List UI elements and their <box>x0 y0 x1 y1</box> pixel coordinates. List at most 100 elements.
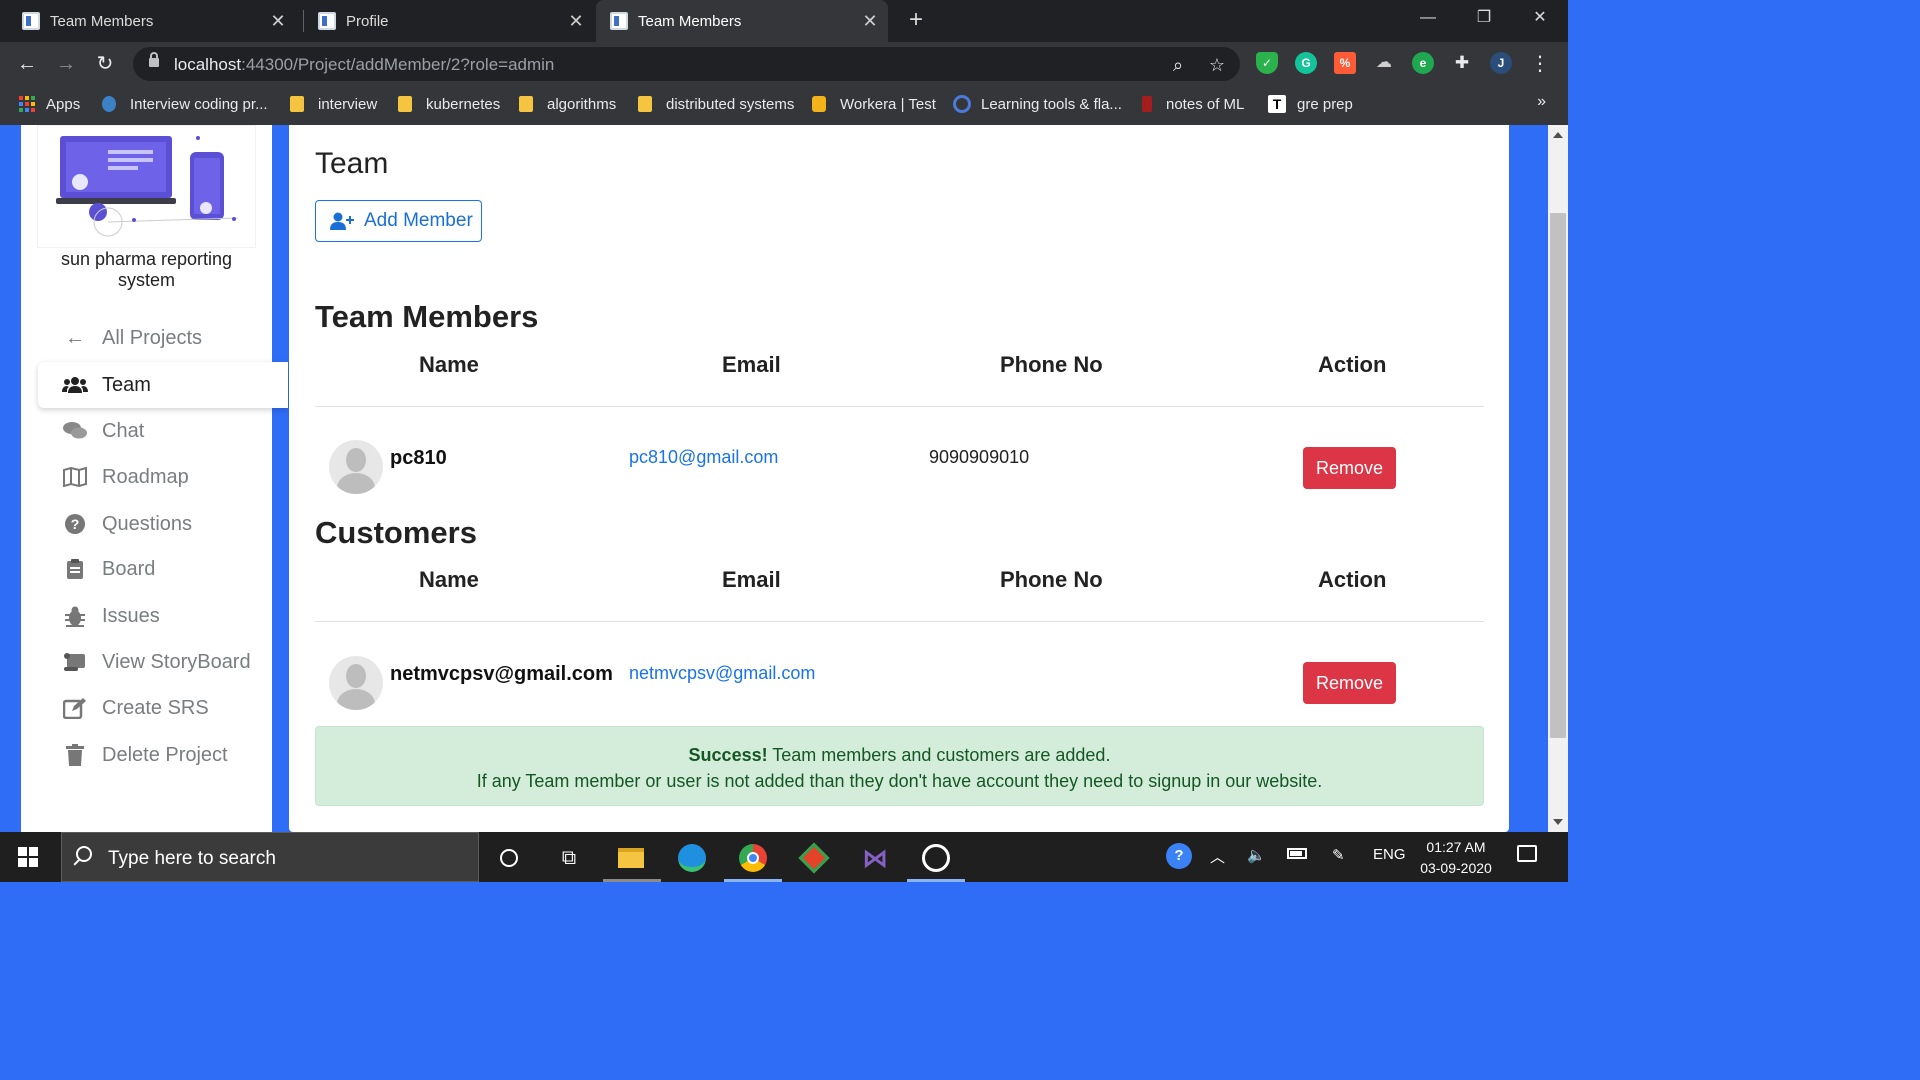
evernote-extension-icon[interactable]: e <box>1412 52 1434 74</box>
sidebar-item-board[interactable]: Board <box>38 546 288 592</box>
address-bar[interactable]: localhost:44300/Project/addMember/2?role… <box>133 47 1240 81</box>
sidebar-item-roadmap[interactable]: Roadmap <box>38 454 288 500</box>
menu-kebab-icon[interactable]: ⋮ <box>1526 50 1554 78</box>
puzzle-extensions-icon[interactable]: ✚ <box>1451 52 1473 74</box>
site-icon <box>953 95 971 113</box>
sidebar-item-label: Board <box>102 557 156 580</box>
windows-start-icon[interactable] <box>18 847 38 867</box>
visual-studio-icon[interactable]: ⋈ <box>857 840 893 876</box>
bookmark-label: interview <box>318 95 378 113</box>
sidebar-item-label: Create SRS <box>102 696 209 719</box>
sidebar-item-create-srs[interactable]: Create SRS <box>38 685 288 731</box>
sidebar-item-delete-project[interactable]: Delete Project <box>38 732 288 778</box>
main-content: Team Add Member Team Members Name Email … <box>289 125 1509 832</box>
page-icon <box>22 12 40 30</box>
remove-member-button[interactable]: Remove <box>1303 447 1396 489</box>
bookmark-item[interactable]: Interview coding pr... <box>102 94 268 114</box>
task-view-icon[interactable]: ⧉ <box>551 840 587 876</box>
trash-icon <box>62 744 88 766</box>
column-header-name: Name <box>419 567 479 592</box>
sidebar-item-questions[interactable]: ? Questions <box>38 501 288 547</box>
bookmark-apps[interactable]: Apps <box>19 94 80 114</box>
zoom-search-icon[interactable]: ⌕ <box>1167 54 1189 76</box>
reload-icon[interactable]: ↻ <box>91 50 119 78</box>
pen-icon[interactable]: ✎ <box>1332 846 1345 864</box>
close-icon[interactable]: ✕ <box>266 11 290 32</box>
member-email-link[interactable]: pc810@gmail.com <box>629 447 778 468</box>
success-alert: Success! Team members and customers are … <box>315 726 1484 806</box>
sidebar-item-label: Questions <box>102 512 193 535</box>
chat-icon <box>62 420 88 442</box>
bookmark-folder[interactable]: interview <box>290 94 377 114</box>
clock[interactable]: 01:27 AM 03-09-2020 <box>1413 837 1499 879</box>
add-member-button[interactable]: Add Member <box>315 200 482 242</box>
svg-text:?: ? <box>71 516 80 532</box>
shield-extension-icon[interactable]: ✓ <box>1256 52 1278 74</box>
git-icon[interactable] <box>796 840 832 876</box>
page-title: Team <box>315 147 389 180</box>
close-icon[interactable]: ✕ <box>564 11 588 32</box>
bookmark-folder[interactable]: algorithms <box>519 94 616 114</box>
sidebar-item-all-projects[interactable]: ← All Projects <box>38 315 288 361</box>
more-bookmarks-icon[interactable]: » <box>1537 93 1546 111</box>
minimize-icon[interactable]: — <box>1400 0 1456 36</box>
taskbar-search-box[interactable]: Type here to search <box>61 832 479 882</box>
sidebar-item-label: Chat <box>102 419 145 442</box>
window-close-icon[interactable]: ✕ <box>1512 0 1568 36</box>
cloud-extension-icon[interactable]: ☁ <box>1373 52 1395 74</box>
scroll-down-icon[interactable] <box>1553 819 1563 825</box>
bookmark-item[interactable]: T gre prep <box>1268 94 1353 114</box>
tab-title: Team Members <box>638 12 742 30</box>
profile-avatar[interactable]: J <box>1490 52 1512 74</box>
restore-icon[interactable]: ❐ <box>1456 0 1512 36</box>
back-icon[interactable]: ← <box>13 50 41 78</box>
browser-toolbar: ← → ↻ localhost:44300/Project/addMember/… <box>0 42 1568 85</box>
sidebar-item-team[interactable]: Team <box>38 362 288 408</box>
page-icon <box>318 12 336 30</box>
bookmark-item[interactable]: Workera | Test <box>812 94 936 114</box>
folder-icon <box>398 96 412 112</box>
sidebar-item-view-storyboard[interactable]: View StoryBoard <box>38 639 288 685</box>
remove-customer-button[interactable]: Remove <box>1303 662 1396 704</box>
bookmark-star-icon[interactable]: ☆ <box>1206 54 1228 76</box>
alert-strong: Success! <box>688 745 768 765</box>
chrome-icon[interactable] <box>735 840 771 876</box>
grammarly-extension-icon[interactable]: G <box>1295 52 1317 74</box>
bookmark-label: Interview coding pr... <box>130 95 268 113</box>
app-icon[interactable] <box>918 840 954 876</box>
search-placeholder: Type here to search <box>108 848 276 869</box>
bookmark-item[interactable]: Learning tools & fla... <box>953 94 1122 114</box>
sidebar-item-chat[interactable]: Chat <box>38 408 288 454</box>
file-explorer-icon[interactable] <box>613 840 649 876</box>
battery-icon[interactable] <box>1287 846 1307 863</box>
browser-tab[interactable]: Profile ✕ <box>296 0 594 42</box>
volume-icon[interactable]: 🔈 <box>1247 846 1266 864</box>
cortana-icon[interactable] <box>491 840 527 876</box>
chevron-up-icon[interactable]: ︿ <box>1210 846 1225 867</box>
extension-icon[interactable]: % <box>1334 52 1356 74</box>
language-indicator[interactable]: ENG <box>1373 846 1406 863</box>
users-icon <box>62 374 88 396</box>
bookmark-folder[interactable]: kubernetes <box>398 94 500 114</box>
bookmark-item[interactable]: notes of ML <box>1142 94 1244 114</box>
close-icon[interactable]: ✕ <box>858 11 882 32</box>
project-illustration <box>37 125 256 248</box>
sidebar-item-issues[interactable]: Issues <box>38 593 288 639</box>
browser-tab[interactable]: Team Members ✕ <box>0 0 296 42</box>
scroll-up-icon[interactable] <box>1553 132 1563 138</box>
edge-icon[interactable] <box>674 840 710 876</box>
browser-tab-active[interactable]: Team Members ✕ <box>596 0 888 42</box>
url-text[interactable]: localhost:44300/Project/addMember/2?role… <box>174 55 554 75</box>
bookmark-folder[interactable]: distributed systems <box>638 94 794 114</box>
scroll-icon <box>62 651 88 673</box>
new-tab-icon[interactable]: + <box>903 6 929 34</box>
web-page: sun pharma reporting system ← All Projec… <box>0 125 1548 832</box>
customer-email-link[interactable]: netmvcpsv@gmail.com <box>629 663 815 684</box>
forward-icon[interactable]: → <box>52 50 80 78</box>
folder-icon <box>290 96 304 112</box>
page-scrollbar[interactable] <box>1548 125 1568 832</box>
notifications-icon[interactable] <box>1517 845 1537 862</box>
scrollbar-thumb[interactable] <box>1550 213 1566 738</box>
bookmark-label: notes of ML <box>1166 95 1245 113</box>
help-icon[interactable]: ? <box>1166 843 1192 869</box>
